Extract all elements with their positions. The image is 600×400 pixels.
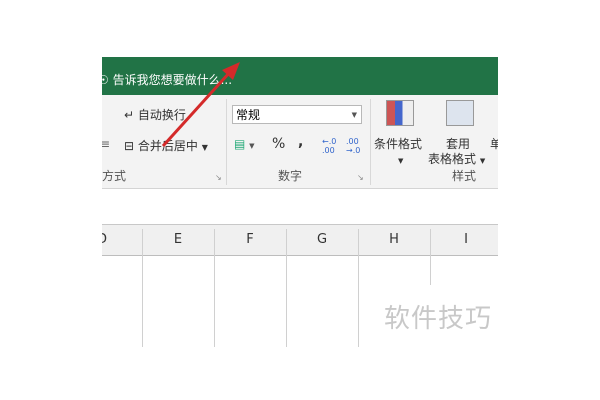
watermark: 软件技巧: [384, 304, 493, 334]
arrow-shaft: [161, 70, 232, 148]
annotation-arrow: [161, 62, 240, 148]
